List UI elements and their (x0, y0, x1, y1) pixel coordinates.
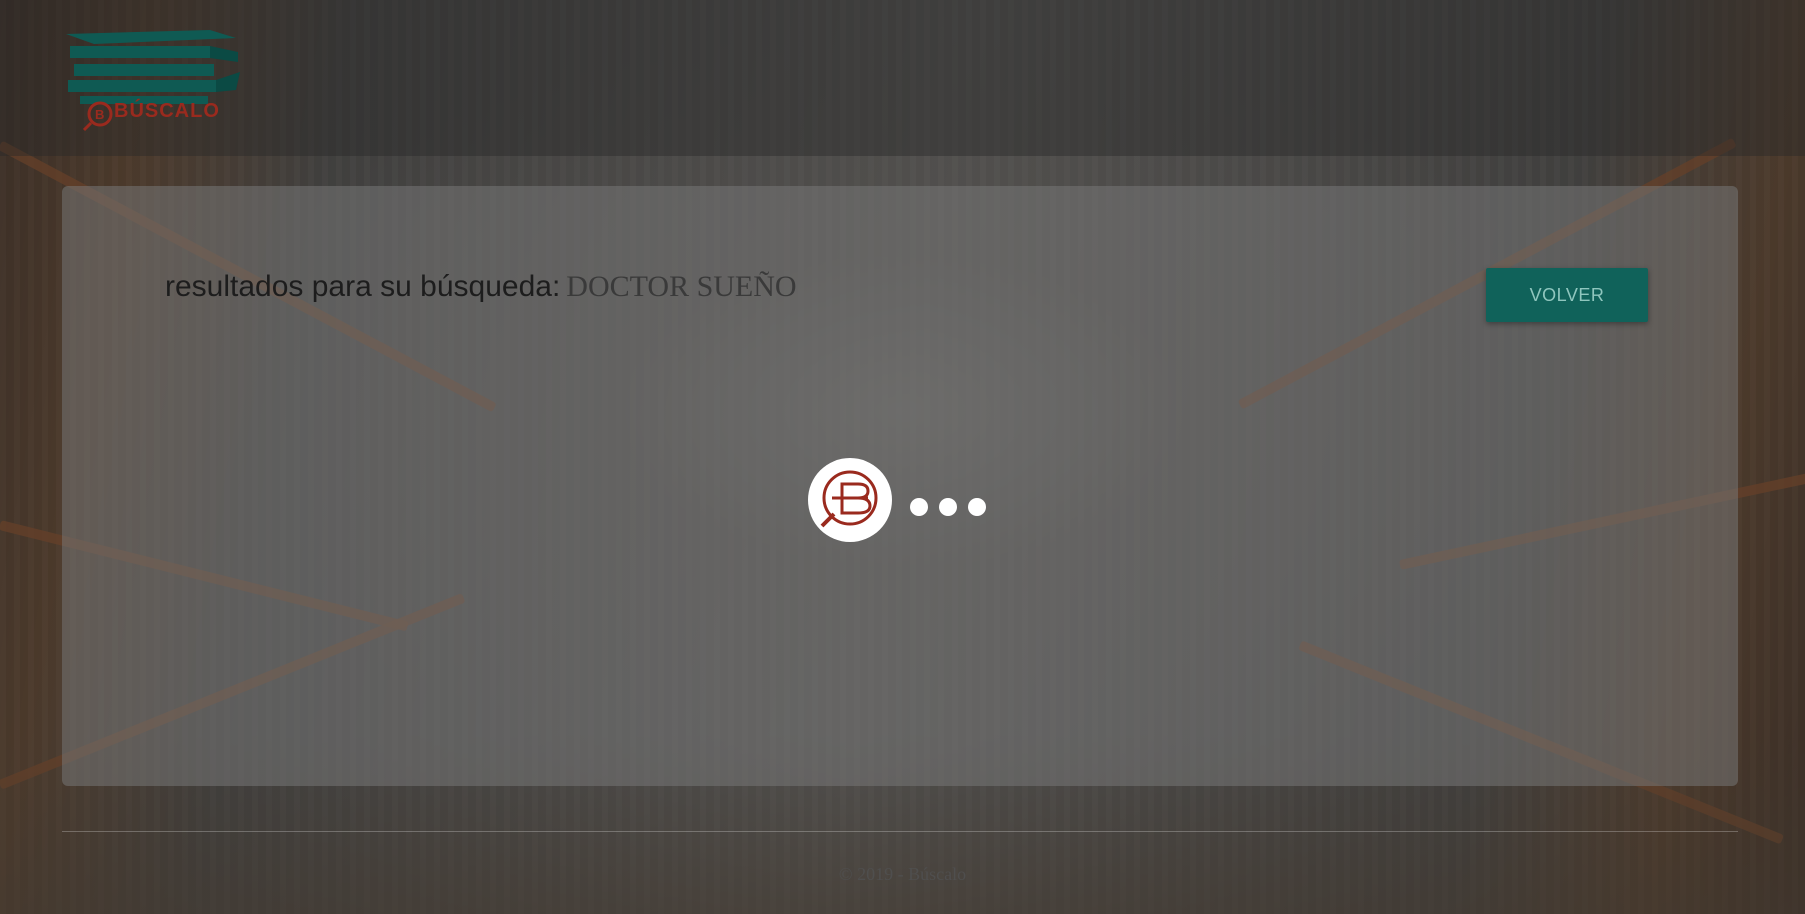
logo-text: BÚSCALO (114, 100, 220, 122)
footer-copyright: © 2019 - Búscalo (838, 864, 967, 884)
loader-dot (910, 498, 928, 516)
loading-indicator (808, 458, 998, 542)
loader-logo-circle (808, 458, 892, 542)
back-button[interactable]: VOLVER (1486, 268, 1648, 322)
loader-dot (939, 498, 957, 516)
results-panel: resultados para su búsqueda: DOCTOR SUEÑO… (62, 186, 1738, 786)
loader-dot (968, 498, 986, 516)
results-label: resultados para su búsqueda: (165, 270, 561, 303)
site-logo[interactable]: B BÚSCALO (60, 24, 240, 134)
buscalo-logo-icon (820, 470, 878, 528)
site-header (0, 0, 1805, 156)
search-query: DOCTOR SUEÑO (566, 270, 797, 303)
results-heading: resultados para su búsqueda: DOCTOR SUEÑO (165, 270, 797, 304)
footer-divider (62, 831, 1738, 832)
svg-text:B: B (95, 107, 104, 122)
